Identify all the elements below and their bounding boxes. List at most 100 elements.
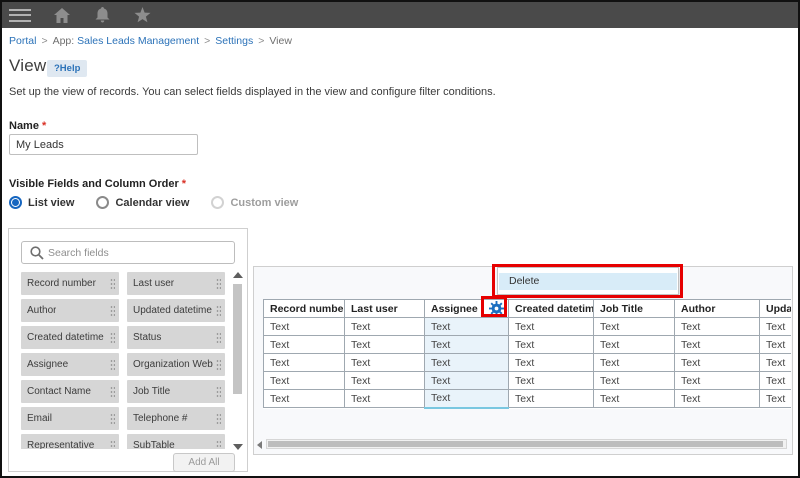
home-icon[interactable] — [53, 6, 71, 24]
table-cell: Text — [425, 318, 509, 336]
field-chip[interactable]: Record number — [21, 272, 119, 295]
table-cell: Text — [594, 336, 675, 354]
table-cell: Text — [760, 336, 792, 354]
search-fields-box[interactable] — [21, 241, 235, 264]
drag-handle-icon[interactable] — [216, 332, 221, 343]
scroll-up-icon[interactable] — [233, 272, 243, 278]
scrollbar-thumb[interactable] — [233, 284, 242, 394]
table-header-row: Record numberLast user Assignee Created da… — [264, 300, 792, 318]
notifications-icon[interactable] — [93, 6, 111, 24]
field-chip-label: Record number — [27, 278, 96, 289]
table-cell: Text — [675, 336, 760, 354]
field-chip-label: Email — [27, 413, 52, 424]
column-header-record-number[interactable]: Record number — [264, 300, 345, 318]
visible-fields-label: Visible Fields and Column Order* — [9, 178, 186, 190]
app-window: Portal>App: Sales Leads Management>Setti… — [0, 0, 800, 478]
breadcrumb-link[interactable]: Settings — [215, 35, 253, 47]
radio-label: Custom view — [230, 197, 298, 209]
scrollbar-thumb[interactable] — [268, 441, 783, 447]
preview-horizontal-scrollbar[interactable] — [266, 439, 787, 449]
table-row: TextTextTextTextTextTextText — [264, 318, 792, 336]
field-chip[interactable]: Author — [21, 299, 119, 322]
field-chip[interactable]: Organization Website — [127, 353, 225, 376]
table-cell: Text — [675, 390, 760, 408]
table-cell: Text — [675, 354, 760, 372]
field-chip[interactable]: Created datetime — [21, 326, 119, 349]
column-header-label: Record number — [270, 303, 345, 315]
drag-handle-icon[interactable] — [110, 305, 115, 316]
field-chip[interactable]: Telephone # — [127, 407, 225, 430]
field-chip[interactable]: Representative — [21, 434, 119, 449]
scroll-left-icon[interactable] — [257, 441, 262, 449]
field-chip[interactable]: Last user — [127, 272, 225, 295]
drag-handle-icon[interactable] — [216, 305, 221, 316]
column-header-assignee[interactable]: Assignee — [425, 300, 509, 318]
table-cell: Text — [594, 372, 675, 390]
favorites-icon[interactable] — [133, 6, 151, 24]
breadcrumb-link[interactable]: Sales Leads Management — [77, 35, 199, 47]
column-header-created-datetime[interactable]: Created datetime — [509, 300, 594, 318]
table-cell: Text — [760, 390, 792, 408]
drag-handle-icon[interactable] — [110, 440, 115, 449]
column-header-label: Created datetime — [515, 303, 594, 315]
table-cell: Text — [675, 372, 760, 390]
table-cell: Text — [345, 336, 425, 354]
field-chip[interactable]: Job Title — [127, 380, 225, 403]
required-asterisk: * — [182, 178, 186, 190]
delete-menu-item[interactable]: Delete — [499, 273, 677, 290]
breadcrumb: Portal>App: Sales Leads Management>Setti… — [9, 35, 292, 47]
view-name-input[interactable] — [9, 134, 198, 155]
drag-handle-icon[interactable] — [110, 386, 115, 397]
scroll-down-icon[interactable] — [233, 444, 243, 450]
table-cell: Text — [345, 372, 425, 390]
table-cell: Text — [509, 354, 594, 372]
drag-handle-icon[interactable] — [216, 413, 221, 424]
column-header-last-user[interactable]: Last user — [345, 300, 425, 318]
radio-list-view[interactable]: List view — [9, 196, 74, 209]
column-header-job-title[interactable]: Job Title — [594, 300, 675, 318]
search-fields-input[interactable] — [48, 247, 234, 259]
preview-table: Record numberLast user Assignee Created da… — [263, 299, 791, 409]
table-cell: Text — [264, 354, 345, 372]
gear-icon[interactable] — [489, 301, 505, 317]
field-chip[interactable]: Status — [127, 326, 225, 349]
table-row: TextTextTextTextTextTextText — [264, 354, 792, 372]
table-cell: Text — [594, 390, 675, 408]
drag-handle-icon[interactable] — [110, 332, 115, 343]
radio-label: Calendar view — [115, 197, 189, 209]
column-header-updated-datetime[interactable]: Updated datetime — [760, 300, 792, 318]
radio-circle-icon[interactable] — [96, 196, 109, 209]
column-header-author[interactable]: Author — [675, 300, 760, 318]
drag-handle-icon[interactable] — [110, 359, 115, 370]
drag-handle-icon[interactable] — [216, 386, 221, 397]
field-chip[interactable]: Updated datetime — [127, 299, 225, 322]
help-link[interactable]: ?Help — [47, 60, 87, 77]
add-all-button[interactable]: Add All — [173, 453, 235, 472]
drag-handle-icon[interactable] — [216, 278, 221, 289]
breadcrumb-link[interactable]: Portal — [9, 35, 36, 47]
field-list-scrollbar[interactable] — [231, 272, 244, 450]
table-cell: Text — [675, 318, 760, 336]
field-chip-list: Record number Last user Author Updated date… — [21, 272, 227, 449]
table-cell: Text — [594, 318, 675, 336]
field-chip[interactable]: SubTable — [127, 434, 225, 449]
top-navigation-bar — [2, 2, 798, 28]
table-cell: Text — [760, 372, 792, 390]
name-label: Name* — [9, 120, 46, 132]
drag-handle-icon[interactable] — [216, 359, 221, 370]
field-chip-label: Author — [27, 305, 56, 316]
drag-handle-icon[interactable] — [110, 413, 115, 424]
table-cell: Text — [425, 336, 509, 354]
drag-handle-icon[interactable] — [216, 440, 221, 449]
table-cell: Text — [425, 372, 509, 390]
field-chip[interactable]: Assignee — [21, 353, 119, 376]
table-cell: Text — [509, 372, 594, 390]
breadcrumb-text: > — [258, 35, 264, 47]
field-chip[interactable]: Email — [21, 407, 119, 430]
radio-circle-icon[interactable] — [9, 196, 22, 209]
drag-handle-icon[interactable] — [110, 278, 115, 289]
column-header-label: Assignee — [431, 303, 478, 315]
field-chip[interactable]: Contact Name — [21, 380, 119, 403]
menu-icon[interactable] — [9, 9, 31, 22]
radio-calendar-view[interactable]: Calendar view — [96, 196, 189, 209]
